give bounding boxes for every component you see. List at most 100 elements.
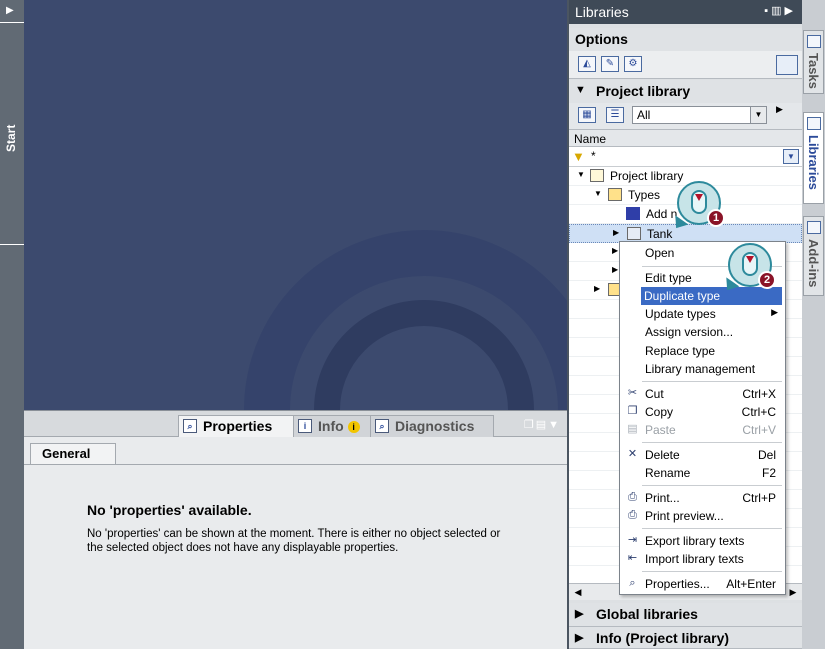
menu-item-label: Paste [645,423,676,437]
libraries-title-bar: Libraries ▪▥▶ [569,0,802,24]
menu-separator [642,571,782,572]
pane-window-controls[interactable]: ❐▤▼ [524,418,561,431]
import-icon: ⇤ [627,552,638,564]
collapse-arrow-icon[interactable]: ▼ [577,170,585,179]
menu-item-label: Cut [645,387,664,401]
menu-item-label: Update types [645,307,716,321]
chevron-down-icon[interactable]: ▼ [750,107,766,123]
menu-item-print[interactable]: ⎙ Print... Ctrl+P [621,489,784,507]
step-number-badge: 2 [758,271,776,289]
work-area [24,0,567,410]
tab-diagnostics[interactable]: ⌕ Diagnostics [370,415,494,437]
context-menu: Open Edit type Duplicate type Update typ… [619,241,786,595]
menu-item-copy[interactable]: ❐ Copy Ctrl+C [621,403,784,421]
expand-arrow-icon[interactable]: ▶ [575,607,583,620]
name-filter-row[interactable]: ▼ * ▼ [569,147,802,167]
menu-shortcut: Ctrl+V [742,423,776,437]
project-library-label: Project library [596,83,691,99]
tree-item-project-library[interactable]: ▼ Project library [569,167,802,186]
inspector-pane: ⌕ Properties i Info i ⌕ Diagnostics ❐▤▼ G… [24,410,567,649]
menu-shortcut: F2 [761,466,776,480]
side-tab-tasks[interactable]: Tasks [803,30,824,94]
side-tab-libraries[interactable]: Libraries [803,112,824,204]
menu-item-properties[interactable]: ⌕ Properties... Alt+Enter [621,575,784,593]
expand-arrow-icon[interactable]: ▶ [6,5,14,16]
library-view-toggle[interactable] [776,55,798,75]
type-filter-value: All [637,108,651,122]
options-section-header[interactable]: Options [569,28,802,52]
step-callout-2: 2 [720,243,776,295]
menu-item-rename[interactable]: Rename F2 [621,464,784,482]
tree-item-label: Project library [610,169,684,183]
menu-item-library-management[interactable]: Library management [621,360,784,378]
delete-x-icon: ✕ [627,448,638,460]
menu-shortcut: Ctrl+X [742,387,776,401]
add-new-type-icon [626,207,640,220]
side-tab-add-ins[interactable]: Add-ins [803,216,824,296]
project-library-toolbar: ▦ ☰ All ▼ ▶ [569,103,802,129]
project-library-section-header[interactable]: ▼ Project library [569,80,802,104]
menu-item-delete[interactable]: ✕ Delete Del [621,446,784,464]
step-number-badge: 1 [707,209,725,227]
menu-item-duplicate-type[interactable]: Duplicate type [641,287,782,305]
menu-item-import-library-texts[interactable]: ⇤ Import library texts [621,550,784,568]
menu-item-replace-type[interactable]: Replace type [621,342,784,360]
submenu-arrow-icon: ▶ [771,307,778,317]
tab-info[interactable]: i Info i [293,415,371,437]
filter-icon: ▼ [572,149,585,164]
expand-arrow-icon[interactable]: ▶ [613,228,619,237]
collapse-arrow-icon[interactable]: ▼ [594,189,602,198]
global-libraries-section-header[interactable]: ▶ Global libraries [569,603,802,627]
expand-arrow-icon[interactable]: ▶ [575,631,583,644]
library-book-icon [590,169,604,182]
expand-arrow-icon[interactable]: ▶ [594,284,600,293]
side-tab-label: Tasks [806,53,821,89]
new-folder-icon[interactable]: ▦ [578,107,596,123]
name-column-header[interactable]: Name [569,129,802,147]
library-properties-icon[interactable]: ⚙ [624,56,642,72]
menu-item-label: Replace type [645,344,716,358]
library-view-icon[interactable]: ◭ [578,56,596,72]
tab-properties[interactable]: ⌕ Properties [178,415,294,437]
menu-item-paste[interactable]: ▤ Paste Ctrl+V [621,421,784,439]
scissors-icon: ✂ [627,387,638,399]
expand-arrow-icon[interactable]: ▶ [612,246,618,255]
list-view-icon[interactable]: ☰ [606,107,624,123]
properties-icon: ⌕ [183,419,197,433]
menu-item-export-library-texts[interactable]: ⇥ Export library texts [621,532,784,550]
menu-item-update-types[interactable]: Update types ▶ [621,305,784,323]
menu-item-cut[interactable]: ✂ Cut Ctrl+X [621,385,784,403]
filter-dropdown-icon[interactable]: ▼ [783,149,799,164]
info-section-header[interactable]: ▶ Info (Project library) [569,627,802,649]
export-icon: ⇥ [627,534,638,546]
menu-separator [642,485,782,486]
diagnostics-icon: ⌕ [375,419,389,433]
collapse-arrow-icon[interactable]: ▼ [575,84,586,96]
menu-item-label: Copy [645,405,674,419]
tab-general[interactable]: General [30,443,116,465]
type-filter-select[interactable]: All ▼ [632,106,767,124]
tree-item-label: Tank [647,227,673,241]
menu-item-label: Print... [645,491,680,505]
step-callout-1: 1 [669,181,725,233]
side-tab-label: Libraries [806,135,821,190]
print-preview-icon: ⎙ [628,509,637,521]
panel-controls[interactable]: ▪▥▶ [764,4,796,17]
more-arrow-icon[interactable]: ▶ [776,104,783,115]
start-portal-strip[interactable]: ▶ Start [0,0,24,649]
menu-item-print-preview[interactable]: ⎙ Print preview... [621,507,784,525]
menu-shortcut: Alt+Enter [726,577,776,591]
paste-icon: ▤ [627,423,638,435]
open-library-icon[interactable]: ✎ [601,56,619,72]
menu-item-label: Rename [645,466,691,480]
scroll-left-icon[interactable]: ◀ [571,585,585,599]
scroll-right-icon[interactable]: ▶ [786,585,800,599]
add-ins-icon [807,221,821,234]
menu-shortcut: Del [757,448,776,462]
expand-arrow-icon[interactable]: ▶ [612,265,618,274]
menu-item-assign-version[interactable]: Assign version... [621,323,784,341]
inspector-tab-bar: ⌕ Properties i Info i ⌕ Diagnostics ❐▤▼ [24,411,567,437]
menu-item-label: Edit type [645,271,692,285]
no-properties-title: No 'properties' available. [87,502,252,518]
tab-info-label: Info [318,418,344,434]
